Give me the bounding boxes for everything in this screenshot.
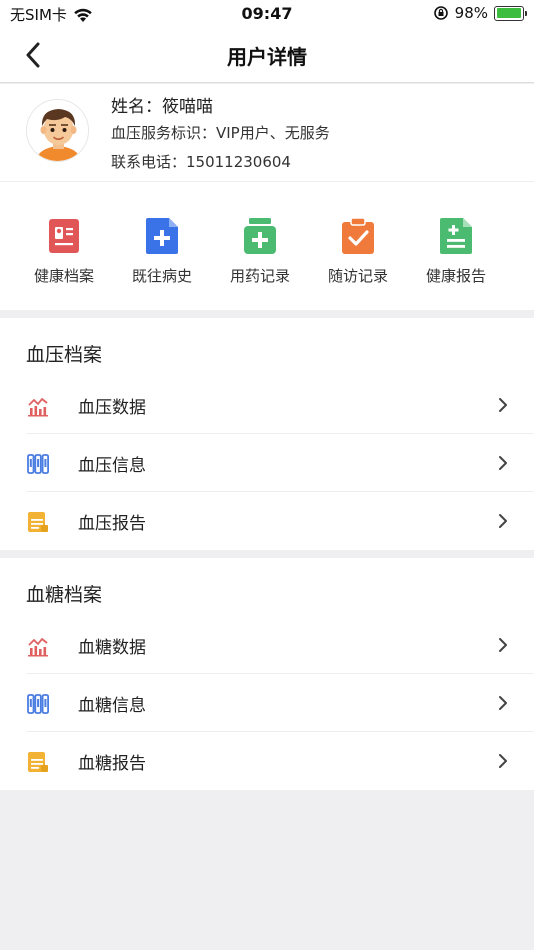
medical-history-icon	[146, 218, 178, 254]
bp-data-row[interactable]: 血压数据	[0, 376, 534, 434]
shortcut-medication[interactable]: 用药记录	[220, 216, 300, 286]
health-record-icon	[49, 219, 79, 253]
shortcut-health-report[interactable]: 健康报告	[416, 216, 496, 286]
bp-report-row[interactable]: 血压报告	[0, 492, 534, 550]
chevron-right-icon	[499, 514, 507, 528]
status-right: 98%	[433, 4, 527, 22]
row-label: 血压数据	[78, 398, 146, 418]
chart-icon	[28, 638, 48, 657]
status-bar: 无SIM卡 09:47 98%	[0, 0, 534, 28]
row-label: 血压信息	[78, 456, 146, 476]
report-icon	[28, 752, 48, 772]
section-title: 血压档案	[26, 344, 103, 366]
shortcut-follow-up[interactable]: 随访记录	[318, 216, 398, 286]
shortcut-grid: 健康档案 既往病史 用药记录 随访记录 健康报告	[0, 182, 534, 310]
avatar	[26, 99, 89, 162]
service-tag: 血压服务标识：VIP用户、无服务	[111, 124, 330, 142]
phone-number: 联系电话：15011230604	[111, 153, 291, 171]
section-title: 血糖档案	[26, 584, 103, 606]
health-report-icon	[440, 218, 472, 254]
chevron-right-icon	[499, 754, 507, 768]
shortcut-health-record[interactable]: 健康档案	[24, 216, 104, 286]
shortcut-label: 随访记录	[327, 267, 388, 285]
bg-data-row[interactable]: 血糖数据	[0, 616, 534, 674]
row-label: 血糖数据	[78, 638, 146, 658]
shortcut-medical-history[interactable]: 既往病史	[122, 216, 202, 286]
chevron-right-icon	[499, 638, 507, 652]
bp-archive-section: 血压档案 血压数据 血压信息 血压报告	[0, 318, 534, 550]
orientation-lock-icon	[433, 6, 448, 20]
shortcut-label: 既往病史	[131, 267, 192, 285]
report-icon	[28, 512, 48, 532]
nav-bar: 用户详情	[0, 28, 534, 83]
user-name: 姓名：筱喵喵	[111, 97, 213, 117]
battery-icon	[494, 5, 527, 21]
shortcut-label: 健康报告	[425, 267, 486, 285]
user-profile-card: 姓名：筱喵喵 血压服务标识：VIP用户、无服务 联系电话：15011230604	[0, 84, 534, 182]
chart-icon	[28, 398, 48, 417]
follow-up-icon	[342, 217, 374, 254]
shortcut-label: 健康档案	[33, 267, 94, 285]
chevron-right-icon	[499, 456, 507, 470]
info-icon	[27, 454, 49, 474]
bg-info-row[interactable]: 血糖信息	[0, 674, 534, 732]
battery-percent: 98%	[454, 4, 488, 22]
battery-fill	[496, 8, 521, 18]
bp-info-row[interactable]: 血压信息	[0, 434, 534, 492]
shortcut-label: 用药记录	[229, 267, 290, 285]
medication-icon	[244, 218, 276, 254]
row-label: 血压报告	[78, 514, 146, 534]
row-label: 血糖信息	[78, 696, 146, 716]
info-icon	[27, 694, 49, 714]
bg-archive-section: 血糖档案 血糖数据 血糖信息 血糖报告	[0, 558, 534, 790]
bg-report-row[interactable]: 血糖报告	[0, 732, 534, 790]
page-title: 用户详情	[227, 45, 307, 69]
chevron-right-icon	[499, 398, 507, 412]
avatar-illustration	[27, 100, 88, 161]
chevron-right-icon	[499, 696, 507, 710]
row-label: 血糖报告	[78, 754, 146, 774]
